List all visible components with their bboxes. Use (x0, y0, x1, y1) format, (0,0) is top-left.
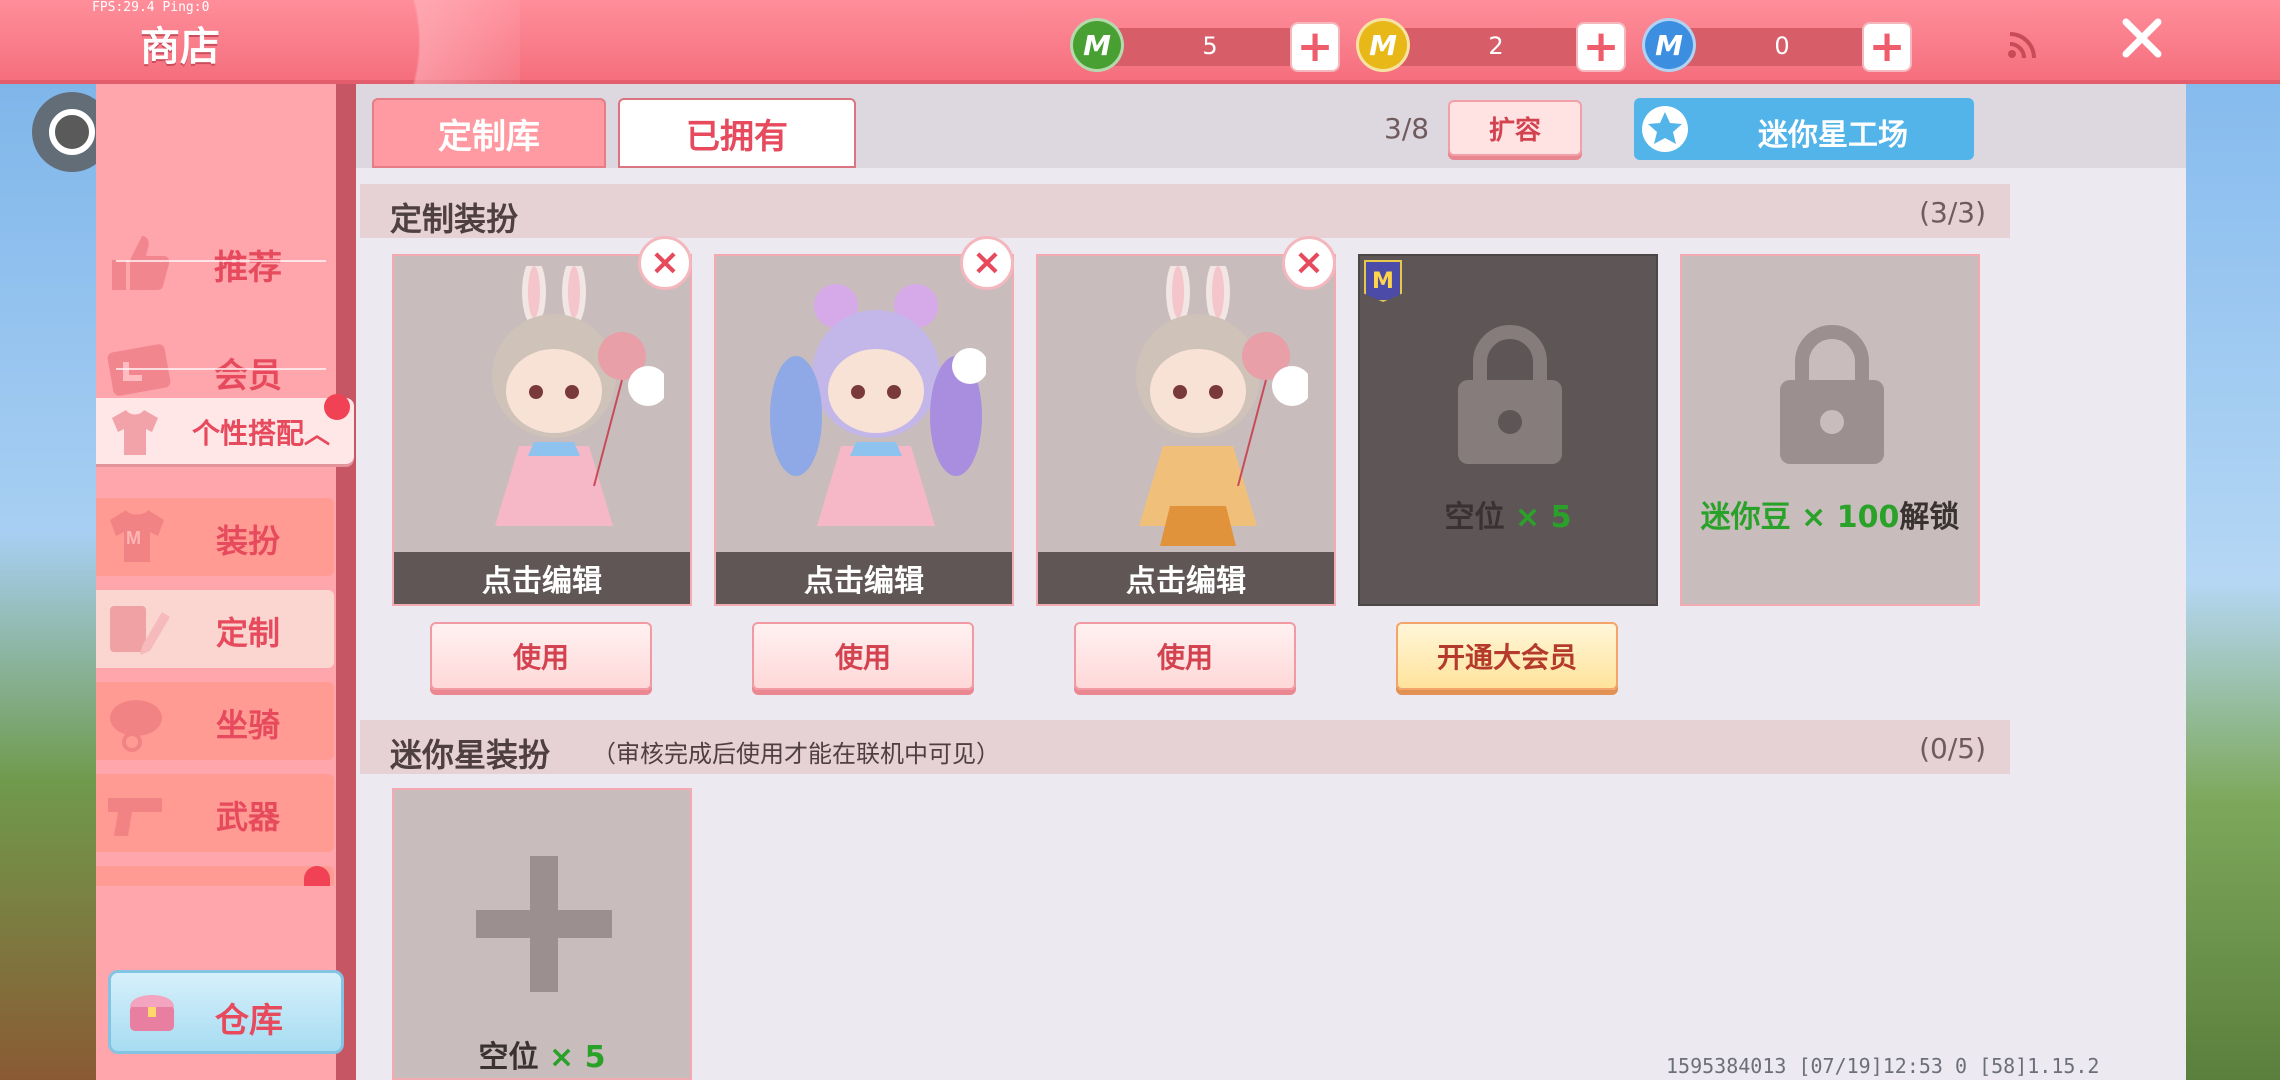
divider (116, 260, 326, 262)
m-coin-gold-icon: M (1356, 18, 1410, 72)
gun-icon (108, 798, 162, 836)
sidebar-item-label: 坐骑 (216, 706, 281, 744)
use-outfit-2-button[interactable]: 使用 (752, 622, 974, 690)
section-note: （审核完成后使用才能在联机中可见） (592, 740, 1000, 768)
delete-outfit-3-button[interactable]: × (1282, 236, 1336, 290)
sidebar-group-personal-style[interactable]: 个性搭配︿ (96, 394, 354, 464)
mount-icon (110, 700, 162, 752)
plus-icon (476, 856, 612, 992)
currency-gold-coin: M 2 + (1356, 18, 1656, 74)
tab-custom-library[interactable]: 定制库 (372, 98, 606, 168)
section-count: (3/3) (1919, 196, 1986, 229)
slot-text: 空位 × 5 (478, 1040, 606, 1075)
custom-outfit-card-1[interactable]: 点击编辑 (392, 254, 692, 606)
warehouse-button[interactable]: 仓库 (108, 970, 344, 1054)
currency-blue-coin: M 0 + (1642, 18, 1942, 74)
add-star-outfit-slot[interactable]: 空位 × 5 (392, 788, 692, 1080)
notification-dot (304, 866, 330, 886)
outfit-icon (112, 410, 158, 455)
chest-icon (130, 995, 174, 1031)
sidebar-subitem-outfit[interactable]: M 装扮 (96, 498, 334, 576)
avatar-gold-dress (1136, 266, 1308, 546)
add-blue-coin-button[interactable]: + (1862, 22, 1912, 72)
sidebar: 推荐 会员 个性搭配︿ M 装扮 定制 坐骑 武器 仓库 (96, 84, 356, 1080)
sidebar-edge (336, 84, 356, 1080)
warehouse-label: 仓库 (215, 1001, 283, 1041)
avatar-pastel-twin-tails (770, 284, 986, 526)
slot-text: 空位 × 5 (1444, 500, 1572, 535)
mini-star-outfits-header: 迷你星装扮 （审核完成后使用才能在联机中可见） (0/5) (360, 720, 2010, 774)
locked-bean-slot[interactable]: 迷你豆 × 100解锁 (1680, 254, 1980, 606)
sidebar-subitem-custom[interactable]: 定制 (96, 590, 334, 668)
lock-icon (1780, 325, 1884, 464)
close-icon: × (649, 242, 681, 283)
sidebar-group-label: 个性搭配︿ (192, 417, 331, 450)
m-gem-green-icon: M (1070, 18, 1124, 72)
sidebar-item-label: 装扮 (216, 522, 281, 560)
sidebar-subitem-mount[interactable]: 坐骑 (96, 682, 334, 760)
sidebar-subitem-weapon[interactable]: 武器 (96, 774, 334, 852)
notification-dot (324, 394, 350, 420)
custom-outfit-card-2[interactable]: 点击编辑 (714, 254, 1014, 606)
m-coin-blue-icon: M (1642, 18, 1696, 72)
pencil-icon (110, 606, 170, 655)
shirt-icon: M (110, 510, 164, 562)
expand-capacity-button[interactable]: 扩容 (1448, 100, 1582, 156)
workshop-label: 迷你星工场 (1758, 118, 1908, 153)
divider (116, 368, 326, 370)
plus-icon: + (1582, 21, 1620, 72)
build-info: 1595384013 [07/19]12:53 0 [58]1.15.2 (1666, 1054, 2100, 1078)
add-gold-coin-button[interactable]: + (1576, 22, 1626, 72)
ring-inner (49, 109, 95, 155)
delete-outfit-2-button[interactable]: × (960, 236, 1014, 290)
star-icon (1642, 106, 1688, 152)
sidebar-more-peek (96, 866, 334, 886)
custom-outfits-header: 定制装扮 (3/3) (360, 184, 2010, 238)
currency-value: 5 (1202, 32, 1218, 60)
page-title: 商店 (140, 24, 220, 70)
sidebar-item-label: 推荐 (214, 248, 282, 288)
close-icon: × (1293, 242, 1325, 283)
section-title: 定制装扮 (390, 200, 519, 238)
locked-vip-slot[interactable]: M 空位 × 5 (1358, 254, 1658, 606)
signal-icon (2008, 32, 2036, 59)
fps-readout: FPS:29.4 Ping:0 (92, 0, 210, 15)
section-title: 迷你星装扮 (390, 736, 551, 774)
sidebar-item-label: 定制 (216, 614, 281, 652)
currency-value: 0 (1774, 32, 1790, 60)
sidebar-item-label: 武器 (216, 798, 281, 836)
sidebar-item-label: 会员 (214, 356, 282, 396)
mini-star-workshop-button[interactable]: 迷你星工场 (1634, 98, 1974, 160)
tab-owned[interactable]: 已拥有 (618, 98, 856, 168)
top-bar-decoration (260, 0, 520, 84)
custom-outfit-card-3[interactable]: 点击编辑 (1036, 254, 1336, 606)
capacity-count: 3/8 (1384, 112, 1430, 145)
avatar-pink-dress (492, 266, 664, 526)
plus-icon: + (1868, 21, 1906, 72)
background-scenery-right (2186, 84, 2280, 1080)
close-icon[interactable] (2118, 14, 2166, 62)
edit-label: 点击编辑 (1038, 552, 1334, 604)
background-scenery-left (0, 84, 100, 1080)
currency-green-gem: M 5 + (1070, 18, 1370, 74)
close-icon: × (971, 242, 1003, 283)
use-outfit-3-button[interactable]: 使用 (1074, 622, 1296, 690)
svg-text:M: M (126, 528, 141, 548)
plus-icon: + (1296, 21, 1334, 72)
delete-outfit-1-button[interactable]: × (638, 236, 692, 290)
main-panel: 定制库 已拥有 3/8 扩容 迷你星工场 定制装扮 (3/3) 点击编辑 × 使… (356, 84, 2186, 1080)
lock-icon (1458, 325, 1562, 464)
vip-badge-icon: M (1364, 260, 1402, 302)
edit-label: 点击编辑 (394, 552, 690, 604)
tab-bar: 定制库 已拥有 3/8 扩容 迷你星工场 (356, 84, 2186, 168)
unlock-text: 迷你豆 × 100解锁 (1700, 500, 1960, 535)
currency-value: 2 (1488, 32, 1504, 60)
section-count: (0/5) (1919, 732, 1986, 765)
add-green-gem-button[interactable]: + (1290, 22, 1340, 72)
top-bar: FPS:29.4 Ping:0 商店 M 5 + M 2 + M 0 + (0, 0, 2280, 84)
edit-label: 点击编辑 (716, 552, 1012, 604)
use-outfit-1-button[interactable]: 使用 (430, 622, 652, 690)
open-big-vip-button[interactable]: 开通大会员 (1396, 622, 1618, 690)
